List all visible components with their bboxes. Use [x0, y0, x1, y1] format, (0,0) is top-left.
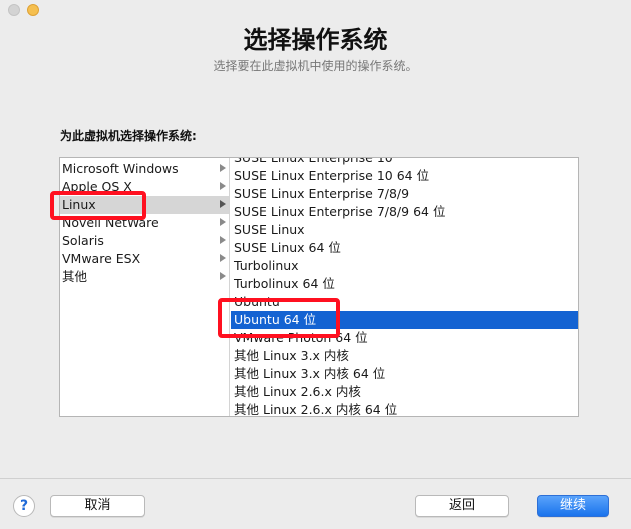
os-version-item[interactable]: Ubuntu 64 位 [231, 311, 578, 329]
os-version-item[interactable]: 其他 Linux 2.6.x 内核 64 位 [231, 401, 578, 416]
os-version-item[interactable]: SUSE Linux Enterprise 10 [231, 158, 578, 167]
continue-button[interactable]: 继续 [537, 495, 609, 517]
minimize-window-button[interactable] [27, 4, 39, 16]
os-family-item[interactable]: VMware ESX [60, 250, 229, 268]
submenu-arrow-icon [220, 218, 226, 226]
os-version-item[interactable]: SUSE Linux Enterprise 7/8/9 64 位 [231, 203, 578, 221]
submenu-arrow-icon [220, 272, 226, 280]
submenu-arrow-icon [220, 200, 226, 208]
os-version-item[interactable]: SUSE Linux 64 位 [231, 239, 578, 257]
page-subtitle: 选择要在此虚拟机中使用的操作系统。 [213, 59, 418, 73]
submenu-arrow-icon [220, 164, 226, 172]
window-controls [8, 4, 39, 16]
os-version-item[interactable]: Turbolinux 64 位 [231, 275, 578, 293]
os-version-item[interactable]: Ubuntu [231, 293, 578, 311]
submenu-arrows [220, 157, 230, 417]
os-family-item[interactable]: Solaris [60, 232, 229, 250]
submenu-arrow-icon [220, 236, 226, 244]
os-family-item[interactable]: Apple OS X [60, 178, 229, 196]
page-title: 选择操作系统 [243, 26, 388, 54]
os-version-item[interactable]: VMware Photon 64 位 [231, 329, 578, 347]
os-family-item[interactable]: Novell NetWare [60, 214, 229, 232]
submenu-arrow-icon [220, 254, 226, 262]
os-family-list: Microsoft Windows Apple OS X Linux Novell N… [60, 158, 230, 416]
os-family-item[interactable]: 其他 [60, 268, 229, 286]
os-version-item[interactable]: SUSE Linux [231, 221, 578, 239]
os-family-item[interactable]: Linux [60, 196, 229, 214]
help-button[interactable]: ? [13, 495, 35, 517]
submenu-arrow-icon [220, 182, 226, 190]
os-version-list: SUSE Linux Enterprise 10SUSE Linux Enter… [231, 158, 578, 416]
os-family-item[interactable]: Microsoft Windows [60, 160, 229, 178]
close-window-button[interactable] [8, 4, 20, 16]
os-selection-prompt: 为此虚拟机选择操作系统: [60, 129, 197, 143]
os-version-item[interactable]: Turbolinux [231, 257, 578, 275]
back-button[interactable]: 返回 [415, 495, 509, 517]
os-browser: Microsoft Windows Apple OS X Linux Novell N… [59, 157, 579, 417]
os-version-item[interactable]: SUSE Linux Enterprise 10 64 位 [231, 167, 578, 185]
os-version-item[interactable]: 其他 Linux 3.x 内核 [231, 347, 578, 365]
os-version-item[interactable]: 其他 Linux 3.x 内核 64 位 [231, 365, 578, 383]
os-version-item[interactable]: 其他 Linux 2.6.x 内核 [231, 383, 578, 401]
cancel-button[interactable]: 取消 [50, 495, 145, 517]
os-version-item[interactable]: SUSE Linux Enterprise 7/8/9 [231, 185, 578, 203]
